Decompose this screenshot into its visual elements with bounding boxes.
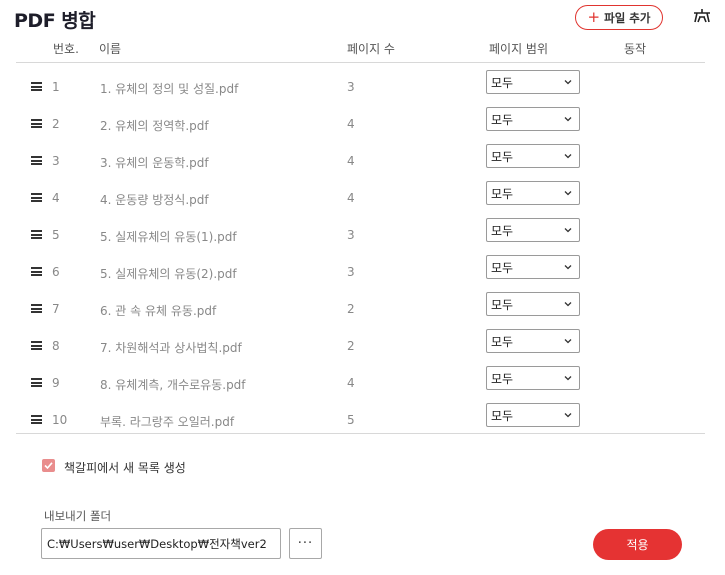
- drag-handle-icon[interactable]: [31, 230, 42, 239]
- file-row[interactable]: 7 6. 관 속 유체 유동.pdf 2 모두: [16, 292, 704, 329]
- browse-folder-button[interactable]: ···: [289, 528, 322, 559]
- row-page-count: 3: [347, 265, 355, 279]
- export-folder-label: 내보내기 폴더: [44, 509, 112, 523]
- page-range-select[interactable]: 모두: [486, 403, 580, 427]
- drag-handle-icon[interactable]: [31, 378, 42, 387]
- chevron-down-icon: [564, 154, 572, 159]
- export-folder-input[interactable]: C:₩Users₩user₩Desktop₩전자책ver2: [41, 528, 281, 559]
- row-number: 8: [52, 339, 60, 353]
- bookmark-checkbox-label: 책갈피에서 새 목록 생성: [64, 461, 186, 475]
- row-number: 7: [52, 302, 60, 316]
- row-page-count: 3: [347, 228, 355, 242]
- chevron-down-icon: [564, 413, 572, 418]
- row-file-name: 8. 유체계측, 개수로유동.pdf: [100, 378, 246, 392]
- row-file-name: 5. 실제유체의 유동(1).pdf: [100, 230, 237, 244]
- drag-handle-icon[interactable]: [31, 415, 42, 424]
- row-page-count: 4: [347, 376, 355, 390]
- chevron-down-icon: [564, 117, 572, 122]
- sidebar-toggle-icon[interactable]: [692, 6, 712, 26]
- page-range-value: 모두: [491, 334, 514, 349]
- row-page-count: 2: [347, 339, 355, 353]
- page-range-select[interactable]: 모두: [486, 366, 580, 390]
- file-row[interactable]: 4 4. 운동량 방정식.pdf 4 모두: [16, 181, 704, 218]
- plus-icon: +: [587, 8, 601, 26]
- row-page-count: 2: [347, 302, 355, 316]
- row-number: 1: [52, 80, 60, 94]
- file-row[interactable]: 1 1. 유체의 정의 및 성질.pdf 3 모두: [16, 70, 704, 107]
- column-header-range: 페이지 범위: [489, 42, 549, 56]
- file-row[interactable]: 8 7. 차원해석과 상사법칙.pdf 2 모두: [16, 329, 704, 366]
- row-file-name: 5. 실제유체의 유동(2).pdf: [100, 267, 237, 281]
- add-file-label: 파일 추가: [604, 10, 651, 25]
- page-range-select[interactable]: 모두: [486, 144, 580, 168]
- checkmark-icon: [44, 462, 53, 470]
- page-range-select[interactable]: 모두: [486, 255, 580, 279]
- page-range-select[interactable]: 모두: [486, 329, 580, 353]
- page-range-value: 모두: [491, 112, 514, 127]
- add-file-button[interactable]: + 파일 추가: [575, 5, 663, 30]
- row-page-count: 4: [347, 117, 355, 131]
- column-header-pages: 페이지 수: [347, 42, 395, 56]
- row-page-count: 3: [347, 80, 355, 94]
- row-page-count: 4: [347, 191, 355, 205]
- file-row[interactable]: 6 5. 실제유체의 유동(2).pdf 3 모두: [16, 255, 704, 292]
- column-header-number: 번호.: [53, 42, 79, 56]
- header-divider: [16, 62, 705, 63]
- chevron-down-icon: [564, 80, 572, 85]
- row-number: 5: [52, 228, 60, 242]
- chevron-down-icon: [564, 265, 572, 270]
- list-divider: [16, 433, 705, 434]
- row-file-name: 7. 차원해석과 상사법칙.pdf: [100, 341, 242, 355]
- drag-handle-icon[interactable]: [31, 156, 42, 165]
- page-range-select[interactable]: 모두: [486, 70, 580, 94]
- page-range-value: 모두: [491, 223, 514, 238]
- page-range-value: 모두: [491, 149, 514, 164]
- row-file-name: 3. 유체의 운동학.pdf: [100, 156, 209, 170]
- drag-handle-icon[interactable]: [31, 82, 42, 91]
- file-row[interactable]: 9 8. 유체계측, 개수로유동.pdf 4 모두: [16, 366, 704, 403]
- apply-button[interactable]: 적용: [593, 529, 682, 560]
- page-range-value: 모두: [491, 260, 514, 275]
- drag-handle-icon[interactable]: [31, 304, 42, 313]
- row-file-name: 6. 관 속 유체 유동.pdf: [100, 304, 217, 318]
- page-range-select[interactable]: 모두: [486, 292, 580, 316]
- row-page-count: 5: [347, 413, 355, 427]
- chevron-down-icon: [564, 376, 572, 381]
- bookmark-checkbox[interactable]: [42, 459, 55, 472]
- row-number: 9: [52, 376, 60, 390]
- drag-handle-icon[interactable]: [31, 341, 42, 350]
- row-file-name: 4. 운동량 방정식.pdf: [100, 193, 209, 207]
- chevron-down-icon: [564, 228, 572, 233]
- page-range-select[interactable]: 모두: [486, 218, 580, 242]
- column-header-action: 동작: [624, 42, 647, 56]
- row-number: 10: [52, 413, 68, 427]
- row-file-name: 1. 유체의 정의 및 성질.pdf: [100, 82, 239, 96]
- chevron-down-icon: [564, 191, 572, 196]
- page-range-select[interactable]: 모두: [486, 107, 580, 131]
- chevron-down-icon: [564, 339, 572, 344]
- file-row[interactable]: 3 3. 유체의 운동학.pdf 4 모두: [16, 144, 704, 181]
- row-file-name: 2. 유체의 정역학.pdf: [100, 119, 209, 133]
- row-number: 3: [52, 154, 60, 168]
- drag-handle-icon[interactable]: [31, 119, 42, 128]
- chevron-down-icon: [564, 302, 572, 307]
- column-header-name: 이름: [99, 42, 122, 56]
- row-number: 6: [52, 265, 60, 279]
- row-number: 4: [52, 191, 60, 205]
- file-row[interactable]: 2 2. 유체의 정역학.pdf 4 모두: [16, 107, 704, 144]
- page-title: PDF 병합: [14, 10, 96, 32]
- file-row[interactable]: 5 5. 실제유체의 유동(1).pdf 3 모두: [16, 218, 704, 255]
- row-page-count: 4: [347, 154, 355, 168]
- page-range-value: 모두: [491, 186, 514, 201]
- page-range-value: 모두: [491, 408, 514, 423]
- row-file-name: 부록. 라그랑주 오일러.pdf: [100, 415, 235, 429]
- page-range-value: 모두: [491, 297, 514, 312]
- page-range-value: 모두: [491, 371, 514, 386]
- row-number: 2: [52, 117, 60, 131]
- file-row[interactable]: 10 부록. 라그랑주 오일러.pdf 5 모두: [16, 403, 704, 440]
- page-range-select[interactable]: 모두: [486, 181, 580, 205]
- page-range-value: 모두: [491, 75, 514, 90]
- drag-handle-icon[interactable]: [31, 193, 42, 202]
- drag-handle-icon[interactable]: [31, 267, 42, 276]
